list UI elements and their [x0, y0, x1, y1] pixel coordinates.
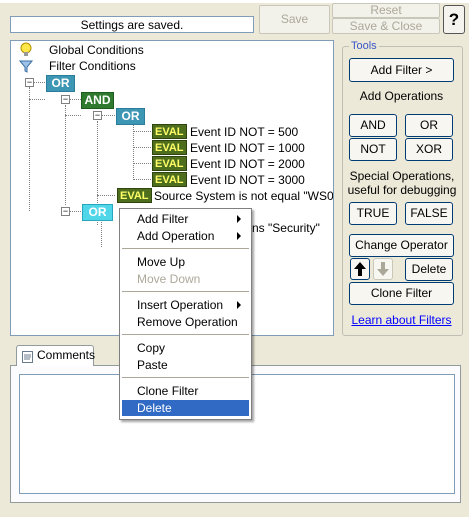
- tree-line: [133, 163, 151, 164]
- collapse-toggle[interactable]: −: [93, 111, 102, 120]
- eval-badge: EVAL: [152, 124, 187, 139]
- condition-event-500[interactable]: Event ID NOT = 500: [190, 125, 298, 139]
- or-operator-selected[interactable]: OR: [82, 204, 113, 221]
- change-operator-button[interactable]: Change Operator: [349, 234, 454, 257]
- or-button[interactable]: OR: [405, 114, 453, 137]
- menu-move-up[interactable]: Move Up: [122, 254, 249, 270]
- condition-event-2000[interactable]: Event ID NOT = 2000: [190, 157, 305, 171]
- or-operator-nested[interactable]: OR: [116, 108, 145, 125]
- eval-badge: EVAL: [152, 172, 187, 187]
- condition-security-partial[interactable]: ns "Security": [252, 221, 320, 235]
- add-operations-label: Add Operations: [359, 89, 444, 103]
- context-menu: Add Filter Add Operation Move Up Move Do…: [119, 208, 252, 420]
- and-operator[interactable]: AND: [81, 92, 114, 109]
- tab-comments-label: Comments: [37, 348, 96, 362]
- tree-line: [33, 82, 45, 83]
- tree-line: [65, 105, 66, 205]
- tree-line: [29, 99, 45, 100]
- false-button[interactable]: FALSE: [405, 202, 453, 225]
- tree-line: [29, 87, 30, 211]
- xor-button[interactable]: XOR: [405, 138, 453, 161]
- add-filter-button[interactable]: Add Filter >: [349, 58, 454, 82]
- tree-line: [133, 131, 151, 132]
- submenu-arrow-icon: [237, 301, 241, 309]
- tree-line: [133, 147, 151, 148]
- menu-clone-filter[interactable]: Clone Filter: [122, 383, 249, 399]
- tree-line: [133, 179, 151, 180]
- save-button[interactable]: Save: [259, 5, 330, 34]
- or-operator-root[interactable]: OR: [46, 75, 75, 92]
- eval-badge: EVAL: [152, 140, 187, 155]
- arrow-up-icon: [354, 262, 366, 276]
- collapse-toggle[interactable]: −: [61, 207, 70, 216]
- submenu-arrow-icon: [237, 215, 241, 223]
- menu-separator: [122, 334, 249, 335]
- menu-insert-operation[interactable]: Insert Operation: [122, 297, 249, 313]
- menu-remove-operation[interactable]: Remove Operation: [122, 314, 249, 330]
- menu-delete[interactable]: Delete: [122, 400, 249, 416]
- menu-move-down: Move Down: [137, 272, 201, 286]
- tree-line: [97, 195, 115, 196]
- status-bar: Settings are saved.: [10, 16, 254, 33]
- menu-copy[interactable]: Copy: [122, 340, 249, 356]
- note-icon: [22, 350, 33, 363]
- collapse-toggle[interactable]: −: [25, 78, 34, 87]
- special-ops-label-1: Special Operations,: [349, 169, 455, 183]
- reset-button[interactable]: Reset: [332, 3, 440, 18]
- clone-filter-button[interactable]: Clone Filter: [349, 282, 454, 305]
- learn-filters-link[interactable]: Learn about Filters: [349, 313, 454, 327]
- menu-separator: [122, 248, 249, 249]
- menu-separator: [122, 291, 249, 292]
- tree-line: [65, 115, 81, 116]
- menu-paste[interactable]: Paste: [122, 357, 249, 373]
- arrow-down-icon: [377, 262, 389, 276]
- condition-event-1000[interactable]: Event ID NOT = 1000: [190, 141, 305, 155]
- tools-legend: Tools: [349, 40, 379, 52]
- collapse-toggle[interactable]: −: [61, 95, 70, 104]
- bulb-icon: [19, 42, 33, 57]
- menu-separator: [122, 377, 249, 378]
- help-button[interactable]: ?: [443, 5, 465, 34]
- condition-source-system[interactable]: Source System is not equal "WS01": [154, 189, 333, 203]
- eval-badge: EVAL: [117, 188, 152, 203]
- move-down-button[interactable]: [373, 258, 393, 280]
- condition-event-3000[interactable]: Event ID NOT = 3000: [190, 173, 305, 187]
- not-button[interactable]: NOT: [349, 138, 397, 161]
- tree-line: [101, 115, 115, 116]
- submenu-arrow-icon: [237, 232, 241, 240]
- menu-add-filter[interactable]: Add Filter: [122, 211, 249, 227]
- eval-badge: EVAL: [152, 156, 187, 171]
- menu-add-operation[interactable]: Add Operation: [122, 228, 249, 244]
- move-up-button[interactable]: [350, 258, 370, 280]
- and-button[interactable]: AND: [349, 114, 397, 137]
- funnel-icon: [18, 59, 34, 73]
- tab-comments[interactable]: Comments: [16, 345, 96, 366]
- save-close-button[interactable]: Save & Close: [332, 18, 440, 34]
- tree-line: [101, 217, 102, 247]
- delete-button[interactable]: Delete: [405, 258, 453, 281]
- filter-conditions[interactable]: Filter Conditions: [49, 59, 136, 73]
- true-button[interactable]: TRUE: [349, 202, 397, 225]
- global-conditions[interactable]: Global Conditions: [49, 43, 144, 57]
- special-ops-label-2: useful for debugging: [347, 183, 457, 197]
